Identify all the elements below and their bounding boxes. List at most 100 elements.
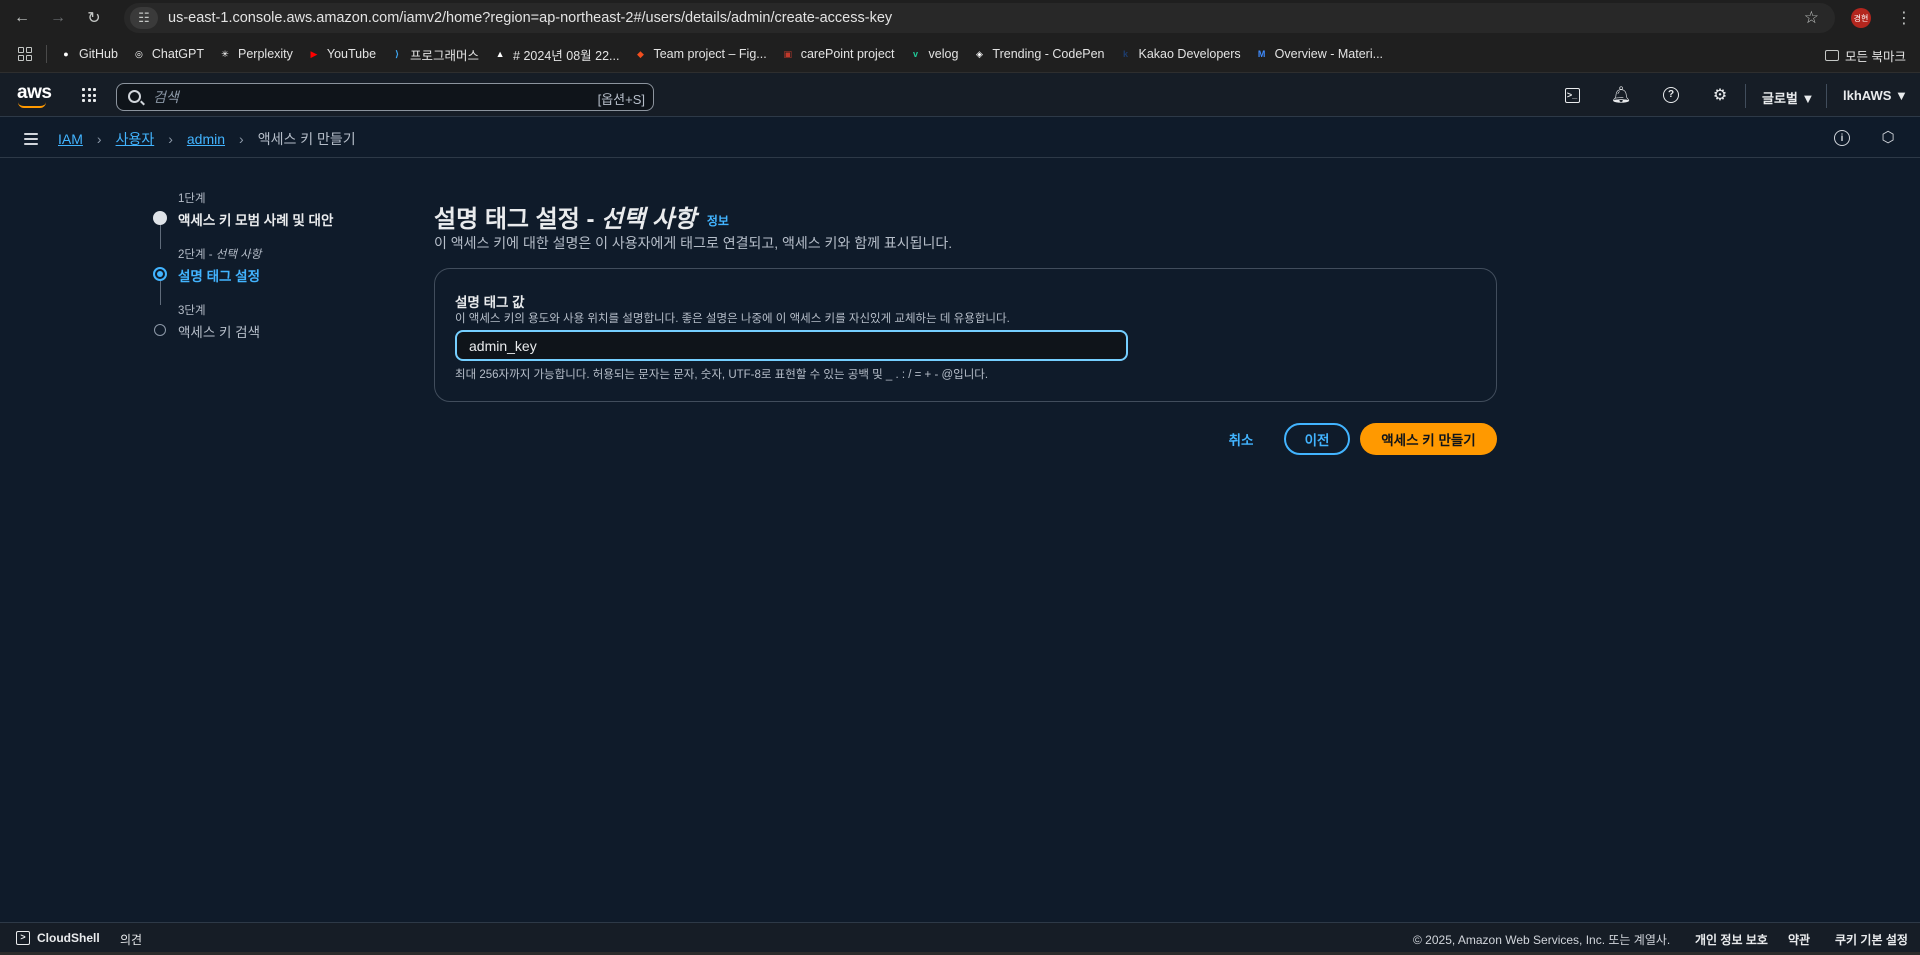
forward-arrow-icon[interactable]: → (46, 6, 70, 30)
profile-avatar[interactable]: 경현 (1851, 8, 1871, 28)
chevron-right-icon: › (239, 131, 244, 147)
bookmark-item[interactable]: v velog (909, 47, 959, 61)
bookmark-item[interactable]: k Kakao Developers (1119, 47, 1241, 61)
search-input[interactable] (153, 88, 553, 106)
region-selector[interactable]: 글로벌 ▼ (1762, 88, 1814, 107)
breadcrumb-iam[interactable]: IAM (58, 131, 83, 147)
notion-icon: ▲ (495, 49, 505, 59)
reload-icon[interactable]: ↻ (82, 6, 106, 30)
chevron-right-icon: › (96, 131, 102, 147)
kakao-icon: k (1123, 49, 1129, 59)
hamburger-menu-icon[interactable] (24, 133, 38, 148)
terms-link[interactable]: 약관 (1788, 931, 1810, 948)
bookmark-label: YouTube (326, 47, 377, 61)
bell-icon[interactable]: 🔔︎ (1611, 86, 1631, 104)
youtube-icon: ▶ (310, 48, 318, 59)
bookmark-item[interactable]: ◎ ChatGPT (132, 47, 204, 61)
preferences-icon[interactable]: ⬡ (1880, 130, 1896, 146)
info-link[interactable]: 정보 (707, 214, 729, 228)
bookmark-item[interactable]: ▣ carePoint project (781, 47, 895, 61)
header-divider (1745, 84, 1746, 108)
bookmark-label: 프로그래머스 (410, 48, 480, 63)
step-connector (160, 225, 161, 249)
step-connector (160, 281, 161, 305)
bookmark-item[interactable]: ◈ Trending - CodePen (972, 47, 1105, 61)
step-number: 3단계 (178, 305, 206, 317)
breadcrumb-users[interactable]: 사용자 (116, 129, 155, 149)
url-text[interactable]: us-east-1.console.aws.amazon.com/iamv2/h… (168, 10, 892, 26)
bookmarks-divider (46, 45, 47, 63)
bookmark-label: ChatGPT (151, 47, 205, 61)
bookmark-label: # 2024년 08월 22... (513, 48, 620, 63)
bookmark-label: Team project – Fig... (653, 47, 767, 61)
console-search[interactable]: [옵션+S] (116, 83, 654, 111)
bookmark-item[interactable]: M Overview - Materi... (1255, 47, 1383, 61)
breadcrumb-admin[interactable]: admin (187, 131, 225, 147)
search-icon (128, 90, 141, 103)
kebab-menu-icon[interactable]: ⋮ (1896, 8, 1912, 28)
bookmarks-bar: ● GitHub ◎ ChatGPT ✳ Perplexity ▶ YouTube ⟩ 프로그래머… (0, 36, 1920, 73)
bookmark-item[interactable]: ⟩ 프로그래머스 (390, 45, 479, 64)
console-footer: > CloudShell 의견 © 2025, Amazon Web Servi… (0, 922, 1920, 952)
aws-logo[interactable]: aws (17, 82, 52, 108)
cookie-preferences-link[interactable]: 쿠키 기본 설정 (1835, 931, 1908, 948)
step-number: 2단계 - 선택 사항 (178, 249, 262, 261)
cancel-button[interactable]: 취소 (1216, 423, 1266, 455)
address-bar[interactable]: ☷ us-east-1.console.aws.amazon.com/iamv2… (124, 3, 1835, 33)
bookmark-item[interactable]: ▶ YouTube (307, 47, 376, 61)
bookmark-label: Perplexity (238, 47, 293, 61)
bookmark-item[interactable]: ● GitHub (59, 47, 118, 61)
breadcrumb-current: 액세스 키 만들기 (257, 131, 356, 147)
cloudshell-icon[interactable]: > (16, 931, 30, 945)
search-shortcut-hint: [옵션+S] (597, 92, 645, 107)
figma-icon: ◆ (636, 48, 644, 59)
step-title: 액세스 키 검색 (178, 325, 261, 340)
feedback-link[interactable]: 의견 (120, 931, 142, 948)
all-bookmarks-label: 모든 북마크 (1845, 50, 1906, 64)
carepoint-icon: ▣ (783, 48, 792, 59)
step-title[interactable]: 액세스 키 모범 사례 및 대안 (178, 209, 333, 229)
bookmark-label: Overview - Materi... (1274, 47, 1384, 61)
mui-icon: M (1257, 49, 1266, 59)
back-arrow-icon[interactable]: ← (10, 6, 34, 30)
step-complete-icon (153, 211, 167, 225)
aws-logo-text: aws (17, 82, 52, 103)
cloudshell-icon[interactable]: >_ (1563, 86, 1581, 104)
bookmark-item[interactable]: ✳ Perplexity (218, 47, 293, 61)
bookmark-list: ● GitHub ◎ ChatGPT ✳ Perplexity ▶ YouTube ⟩ 프로그래머… (59, 45, 1397, 64)
aws-smile-icon (18, 102, 46, 108)
bookmark-item[interactable]: ◆ Team project – Fig... (633, 47, 767, 61)
page-title: 설명 태그 설정 - 선택 사항 정보 (434, 206, 729, 233)
description-tag-input[interactable] (455, 330, 1128, 361)
account-menu[interactable]: lkhAWS ▼ (1843, 88, 1908, 103)
help-icon[interactable]: ? (1662, 86, 1680, 104)
cloudshell-link[interactable]: CloudShell (37, 931, 100, 945)
bookmark-label: GitHub (79, 47, 118, 61)
step-title: 설명 태그 설정 (178, 269, 261, 284)
info-panel-icon[interactable]: i (1834, 130, 1850, 146)
all-bookmarks-button[interactable]: 모든 북마크 (1825, 46, 1906, 65)
codepen-icon: ◈ (975, 48, 983, 59)
bookmark-label: carePoint project (800, 47, 895, 61)
step-number: 1단계 (178, 193, 206, 205)
field-label: 설명 태그 값 (455, 295, 525, 310)
page-description: 이 액세스 키에 대한 설명은 이 사용자에게 태그로 연결되고, 액세스 키와… (434, 235, 953, 251)
perplexity-icon: ✳ (221, 48, 229, 59)
create-access-key-button[interactable]: 액세스 키 만들기 (1360, 423, 1497, 455)
apps-grid-icon[interactable] (18, 47, 32, 61)
step-pending-icon (154, 324, 166, 336)
privacy-link[interactable]: 개인 정보 보호 (1695, 931, 1768, 948)
bookmark-item[interactable]: ▲ # 2024년 08월 22... (493, 45, 620, 64)
breadcrumb: IAM › 사용자 › admin › 액세스 키 만들기 (58, 129, 356, 149)
previous-button[interactable]: 이전 (1284, 423, 1350, 455)
github-icon: ● (63, 49, 69, 59)
site-settings-icon[interactable]: ☷ (130, 7, 158, 29)
field-description: 이 액세스 키의 용도와 사용 위치를 설명합니다. 좋은 설명은 나중에 이 … (455, 313, 1010, 325)
velog-icon: v (913, 49, 919, 59)
bookmark-label: Trending - CodePen (992, 47, 1105, 61)
bookmark-label: velog (928, 47, 959, 61)
programmers-icon: ⟩ (394, 48, 400, 59)
bookmark-star-icon[interactable]: ☆ (1804, 8, 1819, 28)
services-menu-icon[interactable] (82, 88, 96, 102)
gear-icon[interactable]: ⚙ (1711, 86, 1729, 104)
